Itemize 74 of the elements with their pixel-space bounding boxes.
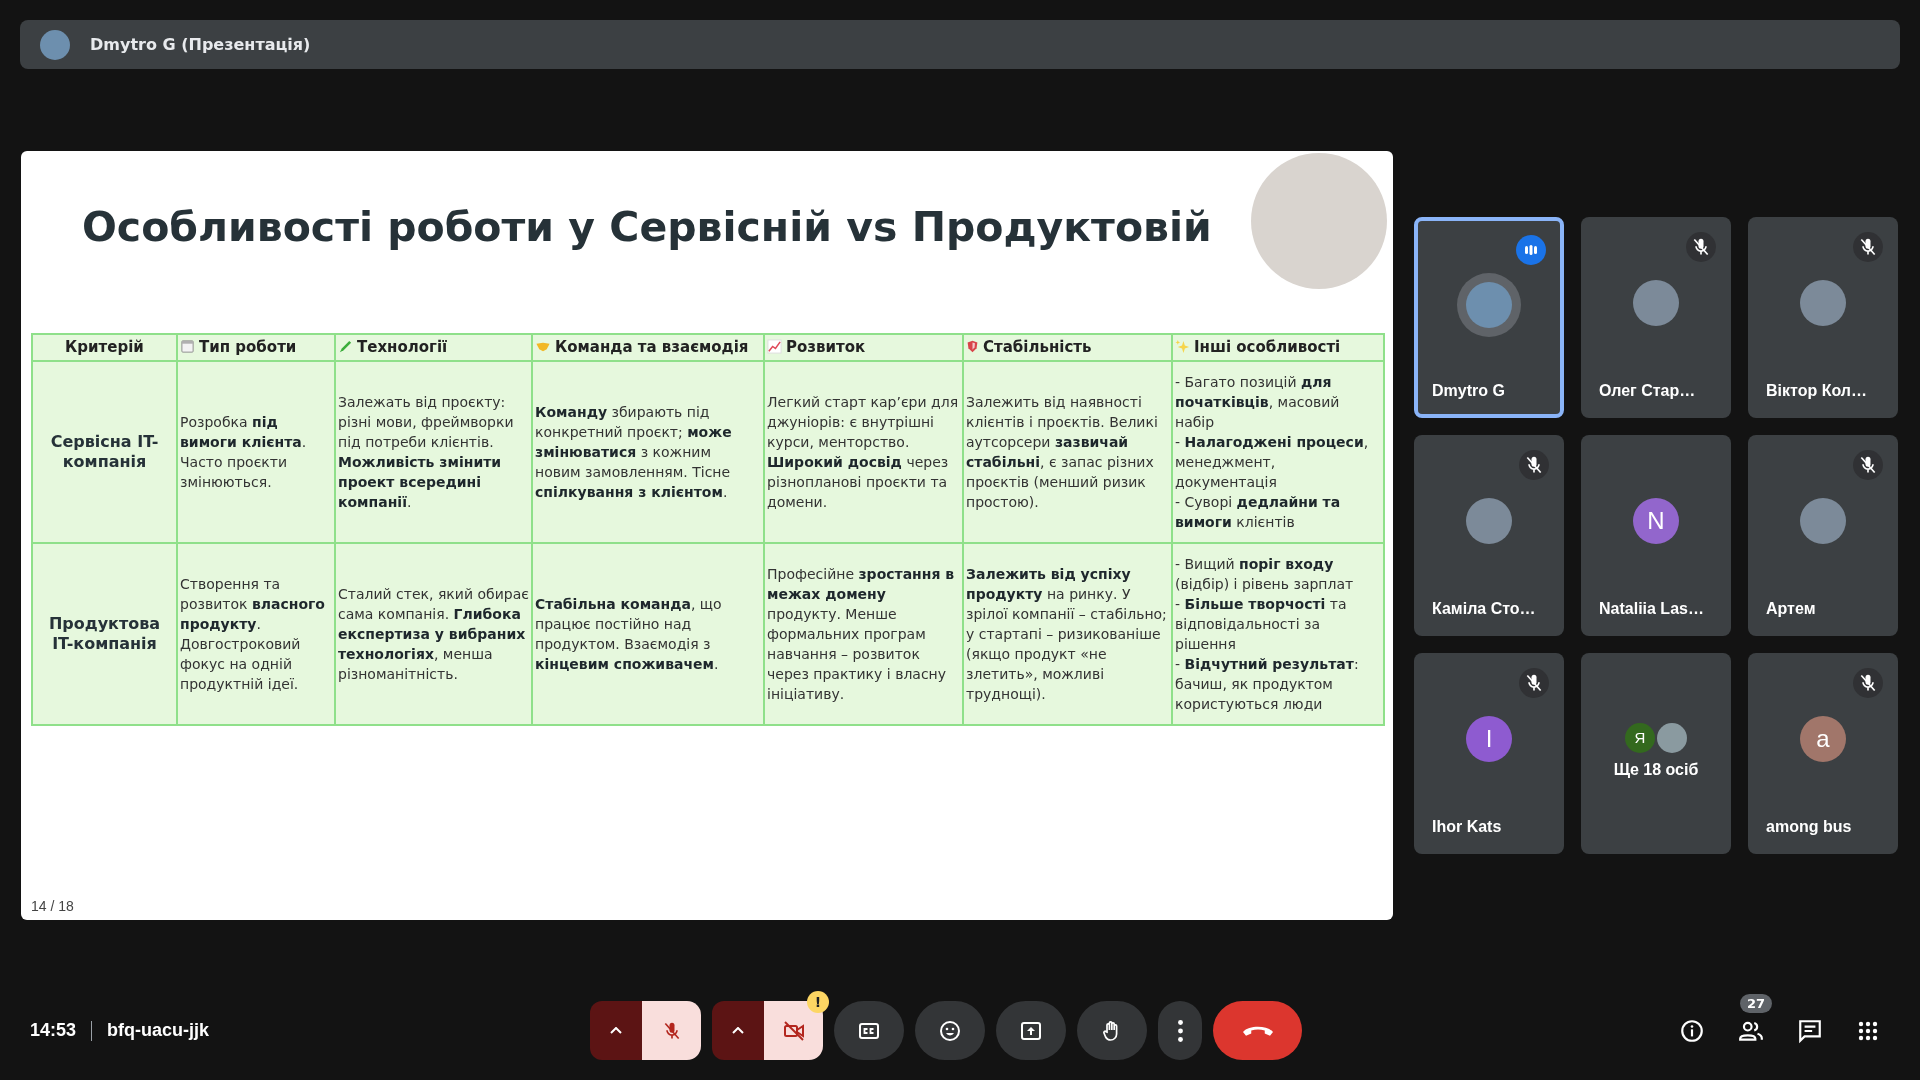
presenter-label: Dmytro G (Презентація) xyxy=(90,35,311,54)
column-label: Критерій xyxy=(65,338,144,356)
participant-tile[interactable]: Dmytro G xyxy=(1414,216,1564,418)
column-label: Тип роботи xyxy=(199,338,297,356)
chart-icon xyxy=(767,339,782,354)
participant-tile[interactable]: Я Ще 18 осіб xyxy=(1581,652,1731,854)
table-cell: Сервісна IT-компанія xyxy=(32,360,177,543)
sparkles-icon xyxy=(1175,339,1190,354)
end-call-icon xyxy=(1242,1025,1273,1036)
avatar-photo xyxy=(1800,498,1846,544)
slide-title: Особливості роботи у Сервісній vs Продуктовій xyxy=(82,202,1212,251)
caret-up-icon xyxy=(732,1027,744,1034)
table-cell: Легкий старт кар’єри для джуніорів: є внутрішні курси, менторство. Широкий досвід через різнопланові проєкти та домени. xyxy=(764,360,963,543)
info-icon[interactable] xyxy=(1679,1017,1705,1044)
page-number: 14 / 18 xyxy=(31,897,74,914)
more-icon xyxy=(1177,1019,1183,1042)
column-label: Команда та взаємодія xyxy=(555,338,749,356)
participant-name: Артем xyxy=(1765,599,1817,619)
table-cell: Сталий стек, який обирає сама компанія. Глибока експертиза у вибраних технологіях, менша різноманітність. xyxy=(335,542,532,725)
participant-count-badge: 27 xyxy=(1740,993,1773,1013)
avatar-initial: Я xyxy=(1625,722,1655,753)
participant-tile[interactable]: Каміла Сто… xyxy=(1414,434,1564,636)
cell-line: - Налагоджені процеси, менеджмент, документація xyxy=(1175,432,1370,492)
more-options-button[interactable] xyxy=(1158,1001,1202,1060)
shield-icon xyxy=(966,339,979,354)
warning-badge: ! xyxy=(807,991,829,1013)
table-cell: Залежать від проєкту: різні мови, фреймворки під потреби клієнтів. Можливість змінити проект всередині компанії. xyxy=(335,360,532,543)
table-cell: Продуктова IT-компанія xyxy=(32,542,177,725)
table-cell: Професійне зростання в межах домену продукту. Менше формальних програм навчання – розвиток через практику і власну ініціативу. xyxy=(764,542,963,725)
participant-name: Олег Стар… xyxy=(1598,381,1697,401)
participant-name: Nataliia Las… xyxy=(1598,599,1705,619)
cell-line: - Більше творчості та відповідальності за рішення xyxy=(1175,594,1348,654)
more-participants-label: Ще 18 осіб xyxy=(1613,760,1699,779)
participant-name: Ihor Kats xyxy=(1431,817,1503,837)
clock-time: 14:53 xyxy=(30,1020,77,1041)
participant-name: Віктор Кол… xyxy=(1765,381,1868,401)
table-cell: Залежить від наявності клієнтів і проєктів. Великі аутсорсери зазвичай стабільні, є запас різних проєктів (менший ризик простою). xyxy=(963,360,1172,543)
column-label: Інші особливості xyxy=(1194,338,1341,356)
table-cell: Стабільна команда, що працює постійно над продуктом. Взаємодія з кінцевим споживачем. xyxy=(532,542,764,725)
participant-tile[interactable]: Олег Стар… xyxy=(1581,216,1731,418)
avatar-initial: a xyxy=(1800,716,1846,762)
avatar-photo xyxy=(40,29,70,60)
smiley-icon xyxy=(938,1018,962,1043)
column-label: Стабільність xyxy=(983,338,1092,356)
avatar-photo xyxy=(1633,280,1679,326)
avatar-photo xyxy=(1657,722,1687,753)
cell-line: - Відчутний результат: бачиш, як продуктом користуються люди xyxy=(1175,654,1360,714)
notepad-icon xyxy=(180,339,195,354)
participant-name: Каміла Сто… xyxy=(1431,599,1537,619)
participant-tile[interactable]: Віктор Кол… xyxy=(1748,216,1898,418)
table-cell: Створення та розвиток власного продукту. Довгостроковий фокус на одній продуктній ідеї. xyxy=(177,542,335,725)
cell-line: - Суворі дедлайни та вимоги клієнтів xyxy=(1175,492,1342,532)
table-cell: Команду збирають під конкретний проєкт; може змінюватися з кожним новим замовленням. Тісне спілкування з клієнтом. xyxy=(532,360,764,543)
chat-icon[interactable] xyxy=(1797,1017,1823,1044)
column-label: Технології xyxy=(357,338,448,356)
avatar-initial: N xyxy=(1633,498,1679,544)
cell-line: - Багато позицій для початківців, масовий набір xyxy=(1175,372,1341,432)
camera-off-icon xyxy=(781,1018,806,1043)
participant-name: Dmytro G xyxy=(1431,381,1506,401)
microphone-button[interactable] xyxy=(642,1001,701,1060)
table-cell: Залежить від успіху продукту на ринку. У зрілої компанії – стабільно; у стартапі – ризикованіше (якщо продукт «не злетить», можливі труднощі). xyxy=(963,542,1172,725)
pencil-icon xyxy=(338,339,353,354)
avatar-initial: I xyxy=(1466,716,1512,762)
participant-tile[interactable]: a among bus xyxy=(1748,652,1898,854)
caret-up-icon xyxy=(610,1027,622,1034)
column-label: Розвиток xyxy=(786,338,866,356)
participant-tile[interactable]: Артем xyxy=(1748,434,1898,636)
participant-tile[interactable]: N Nataliia Las… xyxy=(1581,434,1731,636)
table-cell: Розробка під вимоги клієнта. Часто проєкти змінюються. xyxy=(177,360,335,543)
meeting-code: bfq-uacu-jjk xyxy=(107,1020,210,1041)
participant-name: among bus xyxy=(1765,817,1853,837)
participant-tile[interactable]: I Ihor Kats xyxy=(1414,652,1564,854)
avatar-photo xyxy=(1466,498,1512,544)
avatar-photo xyxy=(1800,280,1846,326)
